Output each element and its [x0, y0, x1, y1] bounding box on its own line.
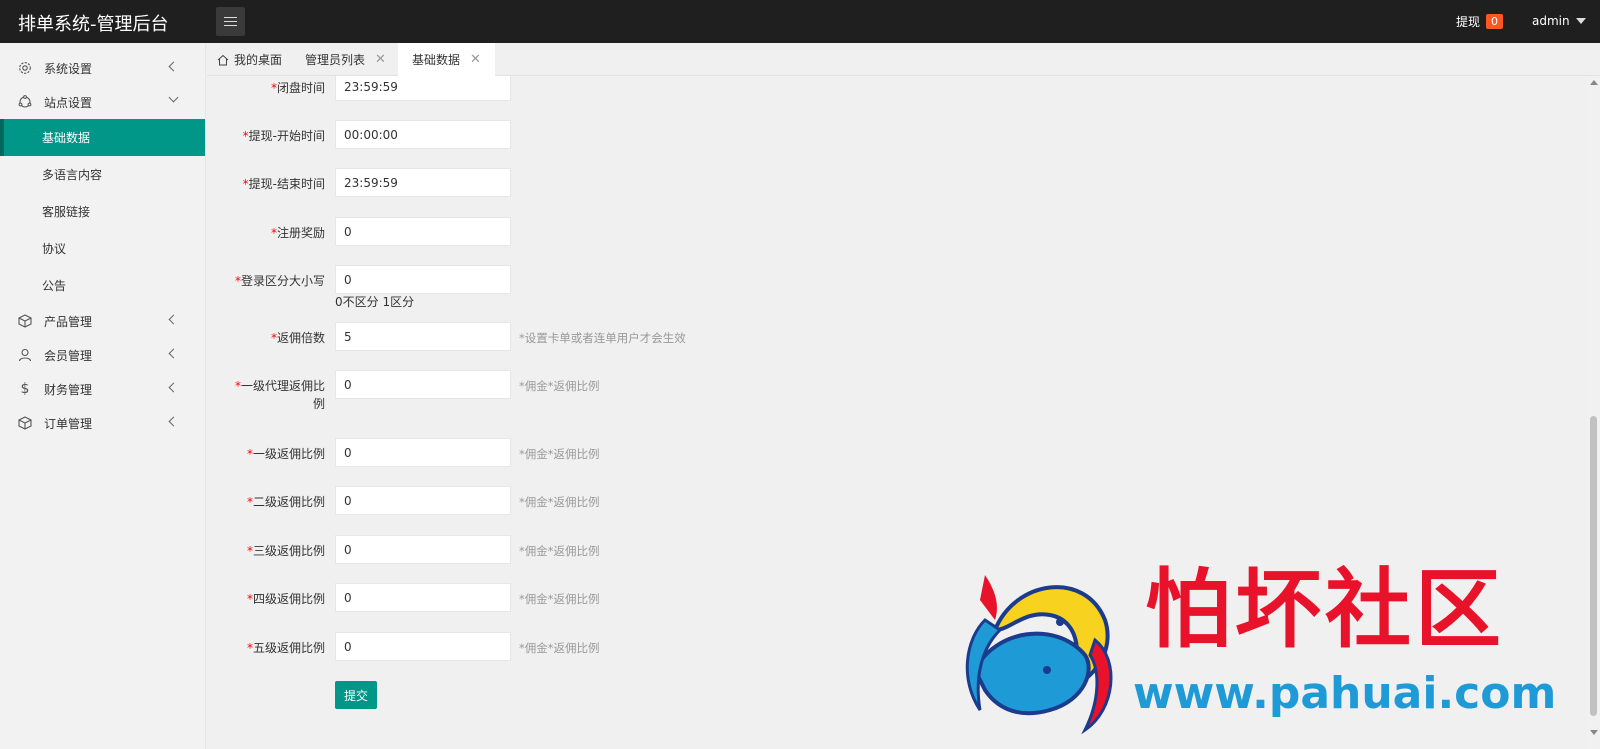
field-label: *五级返佣比例 — [246, 641, 325, 655]
scroll-thumb[interactable] — [1590, 416, 1597, 716]
withdraw-start-time-input[interactable] — [335, 120, 511, 149]
field-label: *登录区分大小写 — [234, 274, 325, 288]
user-menu[interactable]: admin — [1532, 14, 1586, 28]
vertical-scrollbar[interactable] — [1587, 76, 1600, 749]
gear-icon — [18, 61, 32, 75]
tab-label: 我的桌面 — [234, 53, 283, 67]
sidebar-item-label: 财务管理 — [44, 382, 93, 397]
site-icon — [18, 95, 32, 109]
sidebar-item-label: 系统设置 — [44, 61, 93, 76]
sidebar-item-orders[interactable]: 订单管理 — [0, 406, 205, 440]
field-label: *提现-结束时间 — [242, 177, 325, 191]
sidebar-subitem-agreement[interactable]: 协议 — [0, 230, 205, 267]
sidebar-subitem-service-link[interactable]: 客服链接 — [0, 193, 205, 230]
agent-level1-rebate-input[interactable] — [335, 370, 511, 399]
field-label: *二级返佣比例 — [246, 495, 325, 509]
rebate-multiple-input[interactable] — [335, 322, 511, 351]
field-hint: *佣金*返佣比例 — [519, 641, 600, 655]
chevron-left-icon — [168, 416, 179, 427]
chevron-left-icon — [168, 61, 179, 72]
scroll-down-icon[interactable] — [1590, 730, 1598, 735]
sidebar-item-members[interactable]: 会员管理 — [0, 338, 205, 372]
chevron-left-icon — [168, 314, 179, 325]
field-hint: *设置卡单或者连单用户才会生效 — [519, 331, 686, 345]
sidebar-item-label: 产品管理 — [44, 314, 93, 329]
chevron-down-icon — [168, 92, 179, 103]
level1-rebate-input[interactable] — [335, 438, 511, 467]
close-icon[interactable]: ✕ — [470, 52, 481, 67]
hamburger-icon — [224, 17, 237, 26]
top-header: 排单系统-管理后台 提现 0 admin — [0, 0, 1600, 43]
level5-rebate-input[interactable] — [335, 632, 511, 661]
login-case-sensitive-input[interactable] — [335, 265, 511, 294]
sidebar-item-finance[interactable]: $ 财务管理 — [0, 372, 205, 406]
chevron-left-icon — [168, 348, 179, 359]
submit-button[interactable]: 提交 — [335, 681, 377, 709]
menu-toggle-button[interactable] — [216, 7, 245, 36]
withdraw-link[interactable]: 提现 0 — [1456, 13, 1504, 30]
home-icon — [217, 54, 229, 66]
tab-admin-list[interactable]: 管理员列表 ✕ — [305, 43, 386, 76]
cube-icon — [18, 314, 32, 328]
withdraw-count-badge: 0 — [1486, 14, 1504, 29]
sidebar-item-label: 订单管理 — [44, 416, 93, 431]
field-label: *闭盘时间 — [270, 81, 325, 95]
sidebar-item-site-settings[interactable]: 站点设置 — [0, 85, 205, 119]
field-hint: *佣金*返佣比例 — [519, 544, 600, 558]
order-cube-icon — [18, 416, 32, 430]
sidebar-item-label: 会员管理 — [44, 348, 93, 363]
field-note: 0不区分 1区分 — [335, 295, 415, 309]
tab-label: 管理员列表 — [305, 53, 366, 67]
tab-bar: 我的桌面 管理员列表 ✕ 基础数据 ✕ — [207, 43, 1600, 76]
register-reward-input[interactable] — [335, 217, 511, 246]
sidebar: 系统设置 站点设置 基础数据 多语言内容 客服链接 协议 公告 产品管理 会员管… — [0, 43, 206, 749]
field-label: *一级代理返佣比例 — [234, 379, 325, 411]
field-label: *三级返佣比例 — [246, 544, 325, 558]
withdraw-label: 提现 — [1456, 15, 1481, 29]
level3-rebate-input[interactable] — [335, 535, 511, 564]
field-hint: *佣金*返佣比例 — [519, 495, 600, 509]
app-title: 排单系统-管理后台 — [18, 14, 169, 35]
sidebar-item-products[interactable]: 产品管理 — [0, 304, 205, 338]
tab-basic-data[interactable]: 基础数据 ✕ — [398, 43, 495, 76]
tab-label: 基础数据 — [412, 53, 461, 67]
field-hint: *佣金*返佣比例 — [519, 592, 600, 606]
field-label: *注册奖励 — [270, 226, 325, 240]
watermark-title: 怕坏社区 — [1145, 559, 1505, 660]
field-hint: *佣金*返佣比例 — [519, 379, 600, 393]
close-time-input[interactable] — [335, 76, 511, 101]
level4-rebate-input[interactable] — [335, 583, 511, 612]
close-icon[interactable]: ✕ — [375, 52, 386, 67]
sidebar-subitem-basic-data[interactable]: 基础数据 — [0, 119, 205, 156]
user-name: admin — [1532, 14, 1570, 28]
sidebar-subitem-notice[interactable]: 公告 — [0, 267, 205, 304]
field-hint: *佣金*返佣比例 — [519, 447, 600, 461]
field-label: *四级返佣比例 — [246, 592, 325, 606]
sidebar-item-system-settings[interactable]: 系统设置 — [0, 51, 205, 85]
scroll-up-icon[interactable] — [1590, 80, 1598, 85]
sidebar-subitem-multilang[interactable]: 多语言内容 — [0, 156, 205, 193]
fish-logo-icon — [965, 575, 1113, 735]
caret-down-icon — [1575, 18, 1586, 24]
sidebar-item-label: 站点设置 — [44, 95, 93, 110]
field-label: *提现-开始时间 — [242, 129, 325, 143]
watermark: 怕坏社区 www.pahuai.com — [955, 560, 1575, 735]
dollar-icon: $ — [20, 381, 30, 397]
field-label: *返佣倍数 — [270, 331, 325, 345]
chevron-left-icon — [168, 382, 179, 393]
user-icon — [18, 348, 32, 362]
tab-my-desktop[interactable]: 我的桌面 — [217, 43, 282, 76]
withdraw-end-time-input[interactable] — [335, 168, 511, 197]
watermark-url: www.pahuai.com — [1133, 668, 1557, 719]
level2-rebate-input[interactable] — [335, 486, 511, 515]
field-label: *一级返佣比例 — [246, 447, 325, 461]
